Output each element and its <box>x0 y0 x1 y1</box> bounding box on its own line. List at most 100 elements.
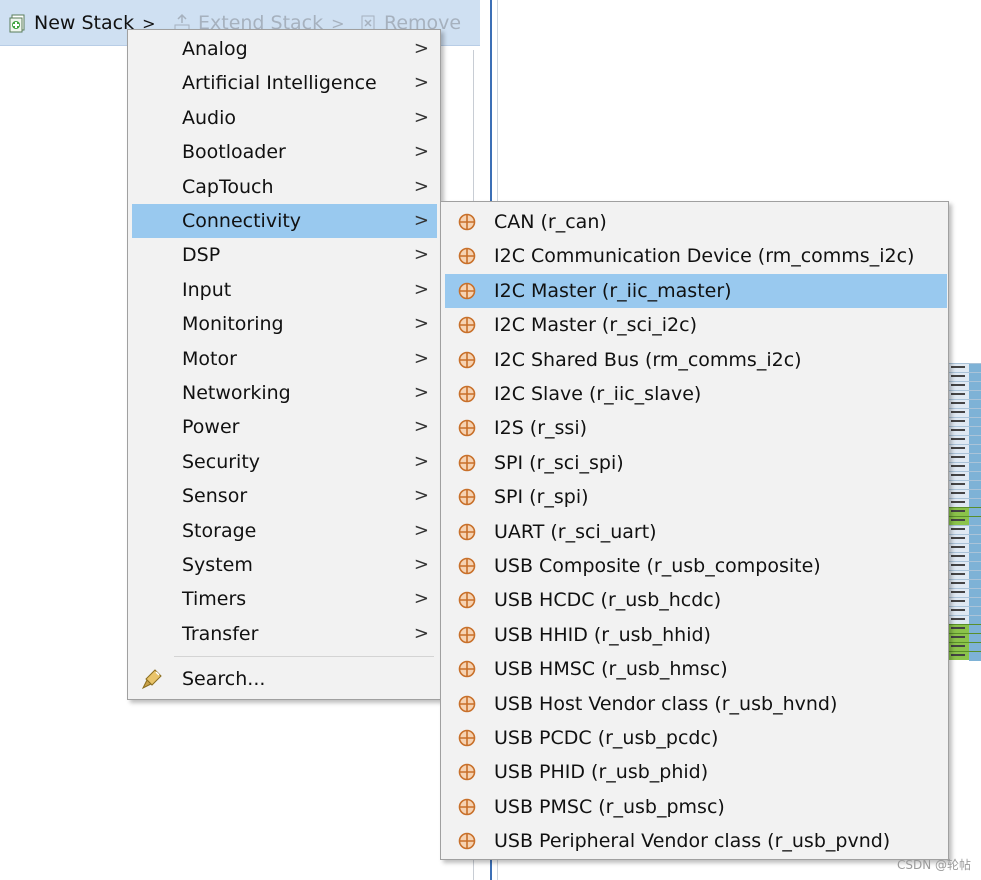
submenu-item-label: USB Peripheral Vendor class (r_usb_pvnd) <box>494 830 891 853</box>
menu-item-captouch[interactable]: CapTouch > <box>132 170 437 204</box>
module-crosshair-icon <box>458 557 476 575</box>
submenu-item[interactable]: SPI (r_sci_spi) <box>445 446 947 480</box>
submenu-item[interactable]: SPI (r_spi) <box>445 480 947 514</box>
menu-item-label: Sensor <box>182 485 248 507</box>
pin-dot <box>951 375 965 377</box>
pin-dot <box>951 501 965 503</box>
menu-item-label: Storage <box>182 520 257 542</box>
chevron-right-icon: > <box>413 623 429 644</box>
chevron-right-icon: > <box>413 72 429 93</box>
pin-dot <box>951 483 965 485</box>
pin-dot <box>951 465 965 467</box>
submenu-item[interactable]: USB HCDC (r_usb_hcdc) <box>445 583 947 617</box>
pin-strip <box>948 363 981 663</box>
submenu-item[interactable]: I2C Shared Bus (rm_comms_i2c) <box>445 343 947 377</box>
menu-item-label: Power <box>182 416 240 438</box>
submenu-item[interactable]: USB Composite (r_usb_composite) <box>445 549 947 583</box>
submenu-item-label: SPI (r_spi) <box>494 486 589 509</box>
submenu-item[interactable]: I2C Communication Device (rm_comms_i2c) <box>445 239 947 273</box>
menu-item-motor[interactable]: Motor > <box>132 342 437 376</box>
submenu-item-label: I2C Master (r_iic_master) <box>494 279 732 302</box>
pin-dot <box>951 600 965 602</box>
menu-item-networking[interactable]: Networking > <box>132 376 437 410</box>
pin-dot <box>951 582 965 584</box>
pin-row <box>948 516 981 526</box>
chevron-right-icon: > <box>413 554 429 575</box>
menu-item-storage[interactable]: Storage > <box>132 514 437 548</box>
submenu-item[interactable]: USB PHID (r_usb_phid) <box>445 755 947 789</box>
menu-item-timers[interactable]: Timers > <box>132 582 437 616</box>
menu-item-security[interactable]: Security > <box>132 445 437 479</box>
submenu-item[interactable]: USB Peripheral Vendor class (r_usb_pvnd) <box>445 824 947 858</box>
chevron-right-icon: > <box>413 520 429 541</box>
submenu-item[interactable]: USB PMSC (r_usb_pmsc) <box>445 790 947 824</box>
pin-dot <box>951 402 965 404</box>
submenu-item[interactable]: CAN (r_can) <box>445 205 947 239</box>
menu-item-sensor[interactable]: Sensor > <box>132 479 437 513</box>
submenu-item[interactable]: I2S (r_ssi) <box>445 411 947 445</box>
module-crosshair-icon <box>458 213 476 231</box>
watermark: CSDN @轮帖 <box>897 858 972 872</box>
menu-item-bootloader[interactable]: Bootloader > <box>132 135 437 169</box>
chevron-right-icon: > <box>413 176 429 197</box>
submenu-item-label: I2C Master (r_sci_i2c) <box>494 314 697 337</box>
menu-item-input[interactable]: Input > <box>132 273 437 307</box>
submenu-item[interactable]: USB HMSC (r_usb_hmsc) <box>445 652 947 686</box>
chevron-right-icon: > <box>413 38 429 59</box>
chevron-right-icon: > <box>413 451 429 472</box>
submenu-item-label: USB Composite (r_usb_composite) <box>494 555 821 577</box>
pin-dot <box>951 555 965 557</box>
module-crosshair-icon <box>458 454 476 472</box>
pin-row <box>948 426 981 436</box>
menu-item-dsp[interactable]: DSP > <box>132 238 437 272</box>
menu-item-power[interactable]: Power > <box>132 410 437 444</box>
menu-item-system[interactable]: System > <box>132 548 437 582</box>
submenu-item[interactable]: UART (r_sci_uart) <box>445 515 947 549</box>
chevron-right-icon: > <box>413 313 429 334</box>
submenu-item[interactable]: I2C Master (r_sci_i2c) <box>445 308 947 342</box>
menu-item-label: Input <box>182 279 232 301</box>
module-crosshair-icon <box>458 385 476 403</box>
pin-dot <box>951 528 965 530</box>
pin-dot <box>951 366 965 368</box>
module-crosshair-icon <box>458 798 476 816</box>
menu-item-connectivity[interactable]: Connectivity > <box>132 204 437 238</box>
menu-item-transfer[interactable]: Transfer > <box>132 617 437 651</box>
menu-item-label: Security <box>182 451 261 473</box>
pin-dot <box>951 519 965 521</box>
new-stack-icon <box>8 13 28 33</box>
pin-row <box>948 435 981 445</box>
submenu-item[interactable]: USB PCDC (r_usb_pcdc) <box>445 721 947 755</box>
pin-dot <box>951 654 965 656</box>
chevron-right-icon: > <box>413 107 429 128</box>
pin-dot <box>951 618 965 620</box>
pin-row <box>948 588 981 598</box>
submenu-item[interactable]: USB HHID (r_usb_hhid) <box>445 618 947 652</box>
module-crosshair-icon <box>458 523 476 541</box>
connectivity-submenu: CAN (r_can) I2C Communication Device (rm_… <box>440 201 949 860</box>
menu-item-audio[interactable]: Audio > <box>132 101 437 135</box>
submenu-item-label: USB HHID (r_usb_hhid) <box>494 623 711 646</box>
chevron-right-icon: > <box>413 141 429 162</box>
chevron-right-icon: > <box>413 416 429 437</box>
menu-item-analog[interactable]: Analog > <box>132 32 437 66</box>
menu-separator <box>174 656 434 657</box>
pin-row <box>948 453 981 463</box>
pin-row <box>948 507 981 517</box>
submenu-item-label: CAN (r_can) <box>494 211 607 233</box>
menu-item-search[interactable]: Search... <box>132 662 437 696</box>
menu-item-monitoring[interactable]: Monitoring > <box>132 307 437 341</box>
flashlight-search-icon <box>140 667 164 691</box>
submenu-item[interactable]: USB Host Vendor class (r_usb_hvnd) <box>445 687 947 721</box>
submenu-item[interactable]: I2C Master (r_iic_master) <box>445 273 947 308</box>
module-crosshair-icon <box>458 763 476 781</box>
pin-row <box>948 399 981 409</box>
module-crosshair-icon <box>458 247 476 265</box>
submenu-item[interactable]: I2C Slave (r_iic_slave) <box>445 377 947 411</box>
menu-item-artificial-intelligence[interactable]: Artificial Intelligence > <box>132 66 437 100</box>
pin-row <box>948 381 981 391</box>
module-crosshair-icon <box>458 832 476 850</box>
pin-row <box>948 498 981 508</box>
pin-row <box>948 525 981 535</box>
chevron-right-icon: > <box>413 210 429 231</box>
